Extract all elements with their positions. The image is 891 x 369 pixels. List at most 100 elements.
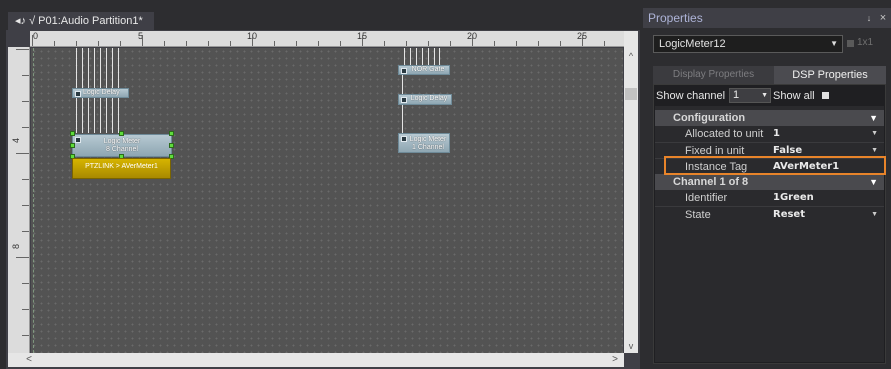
scroll-left-icon[interactable]: < bbox=[22, 353, 36, 367]
ruler-tick bbox=[296, 41, 297, 46]
channel-select-value: 1 bbox=[733, 89, 740, 101]
ruler-tick bbox=[208, 41, 209, 46]
property-value: 1 bbox=[773, 128, 780, 139]
property-name: State bbox=[685, 209, 711, 221]
ruler-tick bbox=[22, 179, 29, 180]
ruler-tick bbox=[16, 257, 29, 258]
ruler-tick bbox=[274, 41, 275, 46]
show-all-checkbox[interactable] bbox=[822, 92, 829, 99]
logic-meter-8-title: Logic Meter bbox=[103, 138, 141, 145]
scroll-down-icon[interactable]: v bbox=[624, 339, 638, 353]
object-select-value: LogicMeter12 bbox=[659, 38, 726, 50]
ruler-tick bbox=[22, 127, 29, 128]
ruler-tick bbox=[340, 41, 341, 46]
ruler-tick bbox=[22, 231, 29, 232]
grid-guide-line bbox=[33, 48, 34, 353]
logic-delay-block[interactable]: Logic Delay bbox=[72, 88, 129, 98]
close-icon[interactable]: × bbox=[876, 8, 890, 28]
tab-display-properties[interactable]: Display Properties bbox=[653, 66, 774, 84]
tab-dsp-properties[interactable]: DSP Properties bbox=[774, 66, 886, 84]
ruler-tick bbox=[98, 41, 99, 46]
category-channel[interactable]: Channel 1 of 8 ▼ bbox=[655, 174, 884, 190]
ruler-tick bbox=[538, 41, 539, 46]
chevron-down-icon[interactable]: ▼ bbox=[871, 207, 878, 223]
ruler-tick bbox=[142, 35, 143, 46]
input-wires bbox=[76, 48, 120, 88]
ruler-tick bbox=[164, 41, 165, 46]
scroll-up-icon[interactable]: ^ bbox=[624, 49, 638, 63]
logic-delay-label: Logic Delay bbox=[83, 89, 120, 96]
ruler-tick bbox=[230, 41, 231, 46]
ruler-tick bbox=[16, 153, 29, 154]
properties-title: Properties bbox=[643, 8, 891, 28]
ruler-tick bbox=[22, 75, 29, 76]
resize-handle-e[interactable] bbox=[169, 143, 174, 148]
document-tab[interactable]: ◂♪ √ P01:Audio Partition1* bbox=[8, 12, 154, 30]
logic-meter-1-title: Logic Meter bbox=[409, 136, 447, 143]
ruler-label-0: 0 bbox=[33, 31, 39, 41]
nor-output-wire bbox=[402, 75, 404, 95]
ptzlink-block[interactable]: PTZLINK > AVerMeter1 bbox=[72, 158, 171, 179]
block-pin-icon bbox=[75, 91, 81, 97]
ruler-tick bbox=[582, 35, 583, 46]
ruler-tick bbox=[318, 41, 319, 46]
ruler-tick bbox=[120, 41, 121, 46]
ruler-left-label-8: 8 bbox=[11, 243, 21, 249]
ruler-tick bbox=[560, 41, 561, 46]
ruler-tick bbox=[252, 35, 253, 46]
ruler-tick bbox=[54, 41, 55, 46]
ruler-tick bbox=[516, 41, 517, 46]
property-row-state[interactable]: State Reset ▼ bbox=[655, 206, 884, 223]
logic-meter-1-block[interactable]: Logic Meter 1 Channel bbox=[398, 133, 450, 153]
delay-output-wire bbox=[402, 105, 404, 133]
ruler-tick bbox=[22, 309, 29, 310]
category-label: Channel 1 of 8 bbox=[673, 176, 749, 188]
vertical-scroll-thumb[interactable] bbox=[625, 88, 637, 100]
property-name: Allocated to unit bbox=[685, 128, 764, 140]
channel-select[interactable]: 1 ▼ bbox=[729, 88, 771, 103]
delay-wires bbox=[76, 98, 120, 133]
size-label: 1x1 bbox=[857, 37, 874, 48]
horizontal-scrollbar[interactable]: < > bbox=[8, 353, 624, 367]
ruler-tick bbox=[494, 41, 495, 46]
ruler-tick bbox=[16, 49, 29, 50]
size-checkbox[interactable] bbox=[847, 40, 854, 47]
collapse-icon[interactable]: ▼ bbox=[869, 110, 878, 126]
pin-icon[interactable]: ↓ bbox=[862, 8, 876, 28]
instance-tag-highlight bbox=[664, 156, 886, 175]
design-canvas[interactable]: Logic Delay Logic Meter 8 Channel PTZLIN… bbox=[31, 48, 623, 353]
resize-handle-ne[interactable] bbox=[169, 131, 174, 136]
property-row-allocated[interactable]: Allocated to unit 1 ▼ bbox=[655, 126, 884, 142]
ruler-tick bbox=[186, 41, 187, 46]
property-name: Identifier bbox=[685, 192, 728, 204]
chevron-down-icon: ▼ bbox=[830, 39, 838, 48]
resize-handle-nw[interactable] bbox=[70, 131, 75, 136]
logic-meter-8-subtitle: 8 Channel bbox=[106, 146, 138, 153]
ruler-tick bbox=[450, 41, 451, 46]
resize-handle-w[interactable] bbox=[70, 143, 75, 148]
property-grid: Configuration ▼ Allocated to unit 1 ▼ Fi… bbox=[655, 106, 884, 362]
property-value: 1Green bbox=[773, 192, 814, 203]
ruler-tick bbox=[428, 41, 429, 46]
property-row-identifier[interactable]: Identifier 1Green bbox=[655, 190, 884, 206]
nor-gate-block[interactable]: NOR Gate bbox=[398, 65, 450, 75]
ruler-tick bbox=[406, 41, 407, 46]
object-select[interactable]: LogicMeter12 ▼ bbox=[653, 35, 843, 53]
show-all-label: Show all bbox=[773, 90, 815, 102]
resize-handle-n[interactable] bbox=[119, 131, 124, 136]
chevron-down-icon[interactable]: ▼ bbox=[871, 126, 878, 142]
block-pin-icon bbox=[401, 97, 407, 103]
block-pin-icon bbox=[75, 137, 81, 143]
vertical-scrollbar[interactable]: ^ v bbox=[624, 31, 638, 353]
ruler-tick bbox=[32, 35, 33, 46]
category-configuration[interactable]: Configuration ▼ bbox=[655, 110, 884, 126]
scroll-right-icon[interactable]: > bbox=[608, 353, 622, 367]
logic-meter-1-subtitle: 1 Channel bbox=[412, 144, 444, 151]
collapse-icon[interactable]: ▼ bbox=[869, 174, 878, 190]
ruler-left-label-4: 4 bbox=[11, 137, 21, 143]
logic-delay-label-2: Logic Delay bbox=[410, 95, 448, 102]
ruler-tick bbox=[76, 41, 77, 46]
horizontal-ruler: 0 5 10 15 20 25 bbox=[30, 31, 624, 47]
ruler-tick bbox=[384, 41, 385, 46]
logic-delay-block-2[interactable]: Logic Delay bbox=[398, 94, 452, 105]
